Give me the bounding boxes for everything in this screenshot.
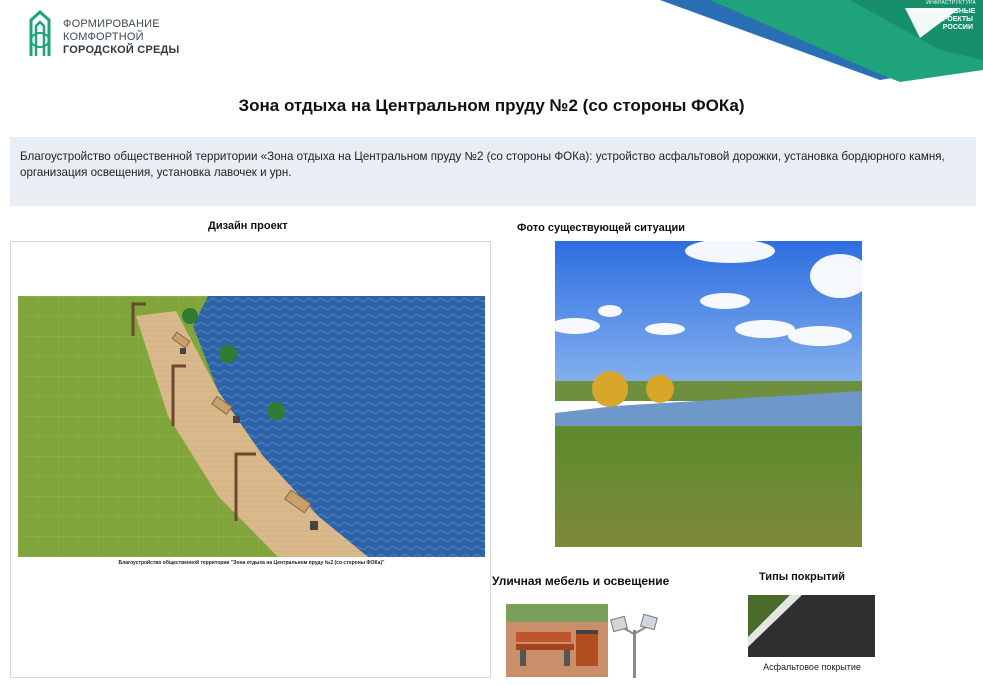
surface-caption: Асфальтовое покрытие bbox=[763, 662, 861, 672]
description-box: Благоустройство общественной территории … bbox=[10, 137, 976, 206]
national-projects-logo: НАЦИОНАЛЬНЫЕ ПРОЕКТЫ РОССИИ bbox=[913, 8, 976, 32]
description-text: Благоустройство общественной территории … bbox=[20, 150, 945, 179]
bench-and-bin-image bbox=[506, 604, 608, 677]
logo-line-3: ГОРОДСКОЙ СРЕДЫ bbox=[63, 44, 180, 56]
np-line-3: РОССИИ bbox=[942, 24, 973, 31]
surfaces-label: Типы покрытий bbox=[759, 571, 846, 583]
logo-line-2: КОМФОРТНОЙ bbox=[63, 31, 144, 43]
design-render-image bbox=[18, 296, 485, 557]
np-line-1: НАЦИОНАЛЬНЫЕ bbox=[913, 8, 976, 15]
design-label: Дизайн проект bbox=[208, 220, 288, 232]
furniture-label: Уличная мебель и освещение bbox=[492, 574, 670, 588]
existing-site-photo bbox=[555, 241, 862, 547]
city-logo-icon bbox=[29, 10, 51, 56]
design-frame: Благоустройство общественной территории … bbox=[10, 241, 491, 678]
np-line-2: ПРОЕКТЫ bbox=[937, 16, 973, 23]
page-title: Зона отдыха на Центральном пруду №2 (со … bbox=[238, 96, 745, 115]
asphalt-surface-image bbox=[748, 595, 875, 657]
np-topline: ИНФРАСТРУКТУРА bbox=[926, 0, 976, 6]
logo-line-1: ФОРМИРОВАНИЕ bbox=[63, 18, 160, 30]
logo-formirovanie: ФОРМИРОВАНИЕ КОМФОРТНОЙ ГОРОДСКОЙ СРЕДЫ bbox=[27, 10, 187, 62]
design-caption: Благоустройство общественной территории … bbox=[118, 560, 385, 566]
street-light-image bbox=[610, 613, 658, 678]
photo-label: Фото существующей ситуации bbox=[517, 222, 685, 234]
